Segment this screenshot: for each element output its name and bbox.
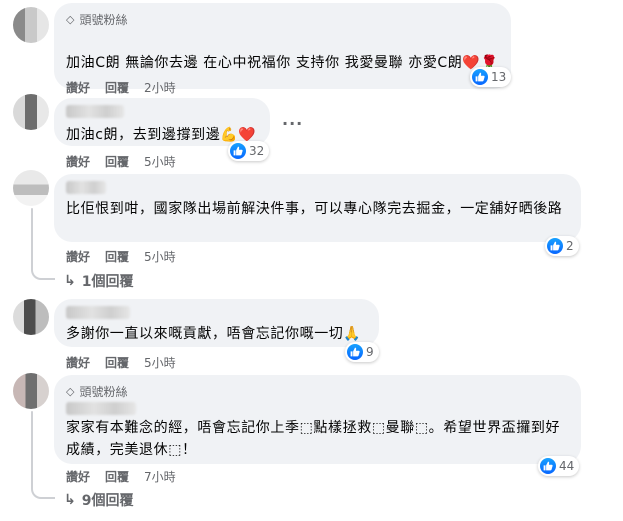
- reply-link[interactable]: 回覆: [105, 153, 129, 170]
- author-name[interactable]: [66, 181, 106, 194]
- comment-text-body: 加油c朗，去到邊撐到邊: [66, 127, 221, 143]
- comment-bubble: 加油c朗，去到邊撐到邊💪❤️: [54, 98, 270, 146]
- reply-link[interactable]: 回覆: [105, 248, 129, 265]
- reply-link[interactable]: 回覆: [105, 468, 129, 485]
- comment-text-body: 多謝你一直以來嘅貢獻，唔會忘記你嘅一切: [66, 326, 344, 342]
- top-fan-badge: ◇ 頭號粉絲: [66, 383, 569, 399]
- reaction-count[interactable]: 32: [228, 141, 270, 161]
- comment-text: 加油c朗，去到邊撐到邊💪❤️: [66, 124, 258, 146]
- reaction-number: 9: [366, 345, 374, 359]
- reply-link[interactable]: 回覆: [105, 354, 129, 371]
- reaction-number: 44: [559, 459, 575, 473]
- comment-bubble: 多謝你一直以來嘅貢獻，唔會忘記你嘅一切🙏: [54, 299, 379, 347]
- comment-text: 比佢恨到咁，國家隊出場前解決件事，可以專心隊完去掘金，一定舖好晒後路: [66, 201, 563, 217]
- comment-bubble: ◇ 頭號粉絲 家家有本難念的經，唔會忘記你上季⬚點樣拯救⬚曼聯⬚。希望世界盃攞到…: [54, 375, 581, 464]
- reaction-number: 32: [249, 144, 265, 158]
- reaction-number: 2: [566, 239, 574, 253]
- like-link[interactable]: 讚好: [66, 354, 90, 371]
- timestamp[interactable]: 5小時: [144, 248, 176, 265]
- view-replies-button[interactable]: ↳ 1個回覆: [64, 271, 133, 291]
- reply-link[interactable]: 回覆: [105, 79, 129, 96]
- timestamp[interactable]: 5小時: [144, 153, 176, 170]
- like-link[interactable]: 讚好: [66, 79, 90, 96]
- like-icon: [347, 344, 363, 360]
- reaction-count[interactable]: 44: [538, 456, 580, 476]
- comment-actions: 讚好 回覆 5小時: [66, 153, 176, 170]
- like-link[interactable]: 讚好: [66, 248, 90, 265]
- more-options-icon[interactable]: ···: [282, 114, 303, 133]
- reply-arrow-icon: ↳: [64, 492, 76, 508]
- comment-text: 加油C朗 無論你去邊 在心中祝福你 支持你 我愛曼聯 亦愛C朗❤️🌹: [66, 52, 499, 74]
- author-name[interactable]: [66, 105, 124, 118]
- replies-count: 1個回覆: [81, 274, 134, 290]
- diamond-icon: ◇: [66, 12, 75, 26]
- timestamp[interactable]: 5小時: [144, 354, 176, 371]
- top-fan-badge: ◇ 頭號粉絲: [66, 11, 499, 27]
- timestamp[interactable]: 2小時: [144, 79, 176, 96]
- avatar[interactable]: [13, 94, 49, 130]
- thread-curve: [31, 485, 55, 499]
- like-link[interactable]: 讚好: [66, 468, 90, 485]
- like-icon: [230, 143, 246, 159]
- comment-text: 家家有本難念的經，唔會忘記你上季⬚點樣拯救⬚曼聯⬚。希望世界盃攞到好成績，完美退…: [66, 420, 561, 458]
- reaction-number: 13: [491, 70, 507, 84]
- timestamp[interactable]: 7小時: [144, 468, 176, 485]
- avatar[interactable]: [13, 170, 49, 206]
- thread-curve: [31, 266, 55, 280]
- comment-text: 多謝你一直以來嘅貢獻，唔會忘記你嘅一切🙏: [66, 323, 367, 345]
- badge-label: 頭號粉絲: [79, 384, 128, 399]
- comment-actions: 讚好 回覆 5小時: [66, 354, 176, 371]
- reaction-count[interactable]: 9: [345, 342, 379, 362]
- comment-actions: 讚好 回覆 5小時: [66, 248, 176, 265]
- thread-line: [31, 208, 33, 268]
- reaction-count[interactable]: 2: [545, 236, 579, 256]
- avatar[interactable]: [13, 299, 49, 335]
- like-icon: [472, 69, 488, 85]
- author-name[interactable]: [66, 306, 130, 319]
- comment-bubble: 比佢恨到咁，國家隊出場前解決件事，可以專心隊完去掘金，一定舖好晒後路: [54, 174, 581, 242]
- author-name[interactable]: [66, 402, 136, 415]
- like-icon: [540, 458, 556, 474]
- reply-arrow-icon: ↳: [64, 273, 76, 289]
- thread-line: [31, 411, 33, 487]
- view-replies-button[interactable]: ↳ 9個回覆: [64, 490, 133, 510]
- replies-count: 9個回覆: [81, 493, 134, 509]
- comment-actions: 讚好 回覆 7小時: [66, 468, 176, 485]
- diamond-icon: ◇: [66, 384, 75, 398]
- avatar[interactable]: [13, 7, 49, 43]
- like-icon: [547, 238, 563, 254]
- comment-bubble: ◇ 頭號粉絲 加油C朗 無論你去邊 在心中祝福你 支持你 我愛曼聯 亦愛C朗❤️…: [54, 3, 511, 89]
- avatar[interactable]: [13, 373, 49, 409]
- badge-label: 頭號粉絲: [79, 12, 128, 27]
- like-link[interactable]: 讚好: [66, 153, 90, 170]
- comment-actions: 讚好 回覆 2小時: [66, 79, 176, 96]
- comment-text-body: 加油C朗 無論你去邊 在心中祝福你 支持你 我愛曼聯 亦愛C朗: [66, 55, 463, 71]
- comment-emoji: 🙏: [343, 326, 362, 342]
- reaction-count[interactable]: 13: [470, 67, 512, 87]
